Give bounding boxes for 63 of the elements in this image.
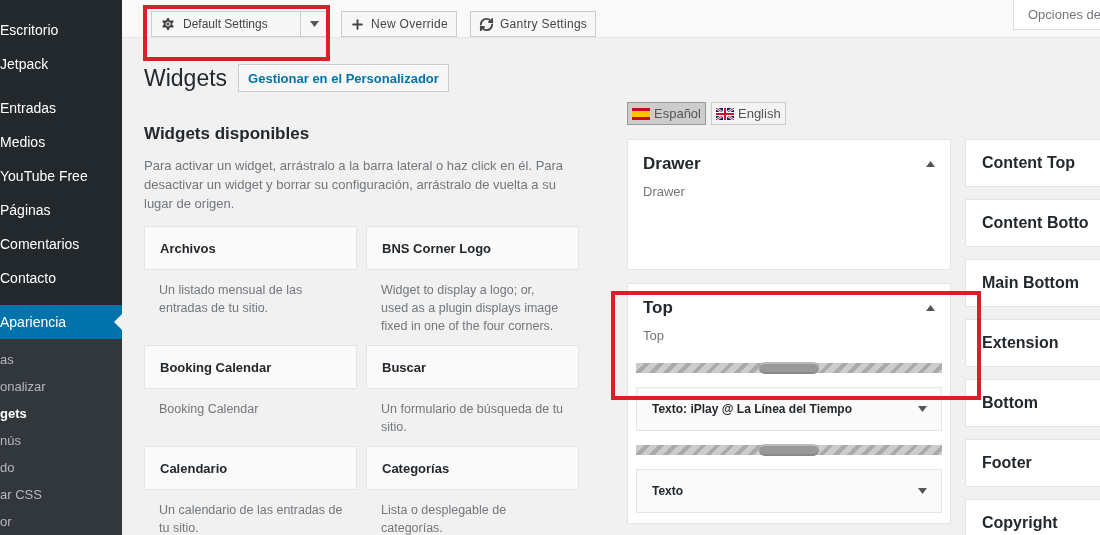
collapse-icon[interactable] xyxy=(926,161,935,167)
toolbar-button[interactable]: New Override xyxy=(341,11,457,37)
menu-item[interactable]: Jetpack xyxy=(0,47,122,81)
sidebar-title: Top xyxy=(643,298,673,318)
page-title: Widgets xyxy=(144,64,228,92)
sidebar-panel[interactable]: Extension xyxy=(965,319,1100,367)
caret-icon[interactable] xyxy=(918,488,927,494)
sidebar-panel[interactable]: Footer xyxy=(965,439,1100,487)
menu-item[interactable]: Páginas xyxy=(0,193,122,227)
sidebar-widget[interactable]: Texto: iPlay @ La Línea del Tiempo xyxy=(636,387,942,431)
menu-item[interactable]: Medios xyxy=(0,125,122,159)
widget-description: Un formulario de búsqueda de tu sitio. xyxy=(380,401,565,436)
section-heading: Widgets disponibles xyxy=(144,124,311,144)
menu-item[interactable]: Apariencia xyxy=(0,305,122,339)
language-button[interactable]: English xyxy=(711,102,786,125)
sidebar-title: Drawer xyxy=(643,154,701,174)
submenu-item[interactable]: do xyxy=(0,454,122,481)
customizer-button[interactable]: Gestionar en el Personalizador xyxy=(238,64,449,92)
widget-card[interactable]: Categorías xyxy=(366,446,579,490)
sidebar-panel[interactable]: Main Bottom xyxy=(965,259,1100,307)
section-description: Para activar un widget, arrástralo a la barra lateral o haz click en él. Para desactivar un widget y borrar su configuración, arrástralo de vuelta a su lugar de origen. xyxy=(144,157,565,213)
sidebar-panel[interactable]: Content Botto xyxy=(965,199,1100,247)
sidebar-panel[interactable]: Content Top xyxy=(965,139,1100,187)
menu-item[interactable]: Escritorio xyxy=(0,13,122,47)
settings-dropdown[interactable]: Default Settings xyxy=(151,11,328,37)
widget-description: Lista o desplegable de categorías. xyxy=(380,502,508,535)
submenu-item[interactable]: as xyxy=(0,346,122,373)
submenu-item[interactable]: or xyxy=(0,508,122,535)
sidebar-widget[interactable]: Texto xyxy=(636,469,942,513)
refresh-icon xyxy=(478,16,494,32)
settings-icon xyxy=(160,16,176,32)
caret-icon[interactable] xyxy=(918,406,927,412)
sidebar-panel[interactable]: Bottom xyxy=(965,379,1100,427)
submenu-item[interactable]: gets xyxy=(0,400,122,427)
widget-description: Un listado mensual de las entradas de tu sitio. xyxy=(158,282,304,317)
widget-description: Un calendario de las entradas de tu sitio. xyxy=(158,502,344,535)
language-button[interactable]: Español xyxy=(627,102,706,125)
caret-icon[interactable] xyxy=(309,21,319,27)
submenu-item[interactable]: onalizar xyxy=(0,373,122,400)
uk-flag-icon xyxy=(716,107,734,120)
submenu-item[interactable]: nús xyxy=(0,427,122,454)
menu-item[interactable]: Entradas xyxy=(0,91,122,125)
sidebar-description: Top xyxy=(642,327,665,343)
plus-icon xyxy=(350,16,365,32)
sidebar-panel[interactable]: Copyright xyxy=(965,499,1100,535)
widget-card[interactable]: Calendario xyxy=(144,446,357,490)
menu-item[interactable]: Comentarios xyxy=(0,227,122,261)
grip-handle[interactable] xyxy=(759,444,819,456)
sidebar-description: Drawer xyxy=(642,183,686,199)
widget-card[interactable]: Archivos xyxy=(144,226,357,270)
widget-description: Widget to display a logo; or, used as a plugin displays image fixed in one of the four corners. xyxy=(380,282,560,335)
grip-handle[interactable] xyxy=(759,362,819,374)
widget-description: Booking Calendar xyxy=(158,401,260,418)
menu-item[interactable]: Contacto xyxy=(0,261,122,295)
menu-item[interactable]: YouTube Free xyxy=(0,159,122,193)
collapse-icon[interactable] xyxy=(926,305,935,311)
screen-options-tab[interactable]: Opciones de xyxy=(1013,0,1100,30)
submenu-item[interactable]: ar CSS xyxy=(0,481,122,508)
widget-card[interactable]: Buscar xyxy=(366,345,579,389)
spain-flag-icon xyxy=(632,107,650,120)
widget-card[interactable]: Booking Calendar xyxy=(144,345,357,389)
toolbar-button[interactable]: Gantry Settings xyxy=(469,11,597,37)
widget-card[interactable]: BNS Corner Logo xyxy=(366,226,579,270)
